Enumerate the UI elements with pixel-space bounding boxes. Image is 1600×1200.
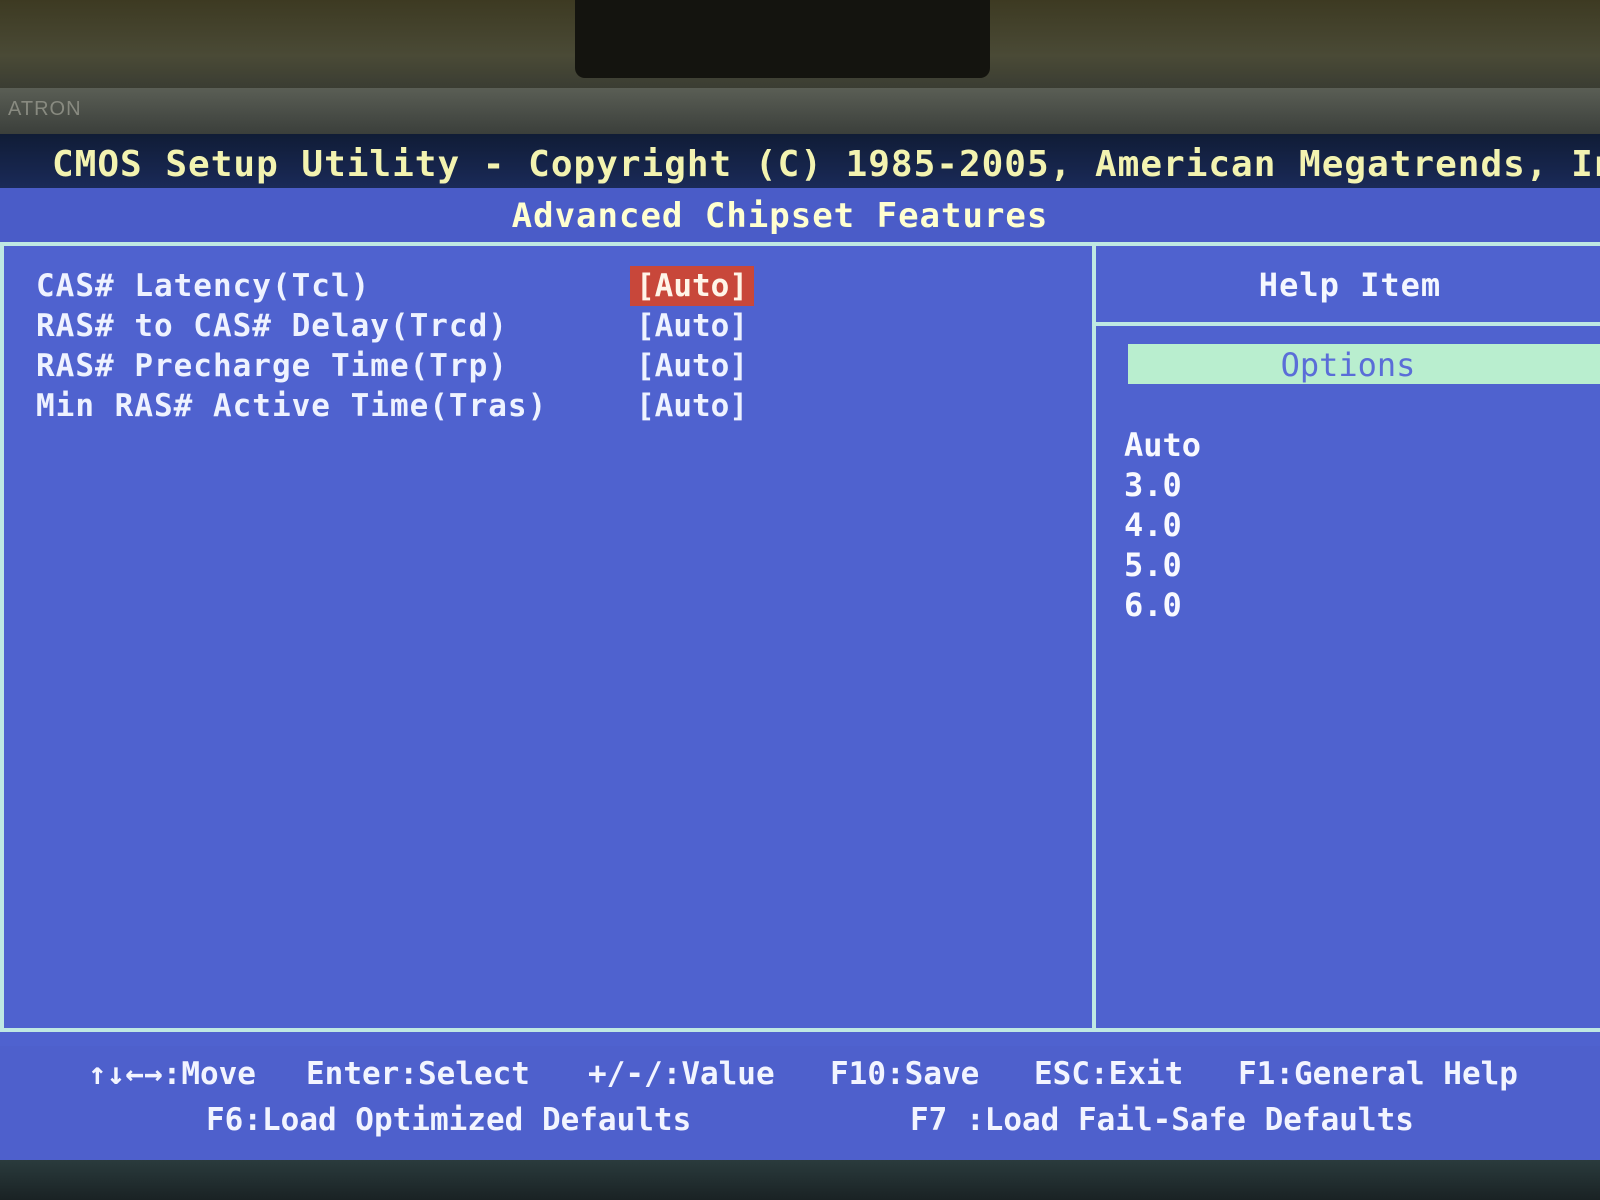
key-hint-help: F1:General Help (1238, 1056, 1518, 1092)
key-hint-save: F10:Save (830, 1056, 980, 1092)
key-legend-row-1: ↑↓←→:Move Enter:Select +/-/:Value F10:Sa… (0, 1056, 1600, 1096)
setting-value[interactable]: [Auto] (630, 346, 754, 386)
monitor-brand-label: ATRON (8, 98, 82, 120)
options-header-bar: Options (1128, 344, 1600, 384)
key-legend-row-2: F6:Load Optimized Defaults F7 :Load Fail… (0, 1102, 1600, 1142)
page-title: Advanced Chipset Features (511, 196, 1049, 236)
key-hint-exit: ESC:Exit (1034, 1056, 1184, 1092)
options-list: Auto 3.0 4.0 5.0 6.0 (1124, 426, 1201, 626)
settings-list: CAS# Latency(Tcl) [Auto] RAS# to CAS# De… (36, 266, 1076, 428)
title-bar: CMOS Setup Utility - Copyright (C) 1985-… (0, 134, 1600, 188)
frame-top-divider (0, 242, 1600, 246)
setting-row-min-ras-active[interactable]: Min RAS# Active Time(Tras) [Auto] (36, 388, 1076, 428)
background-object (575, 0, 990, 78)
key-hint-value: +/-/:Value (588, 1056, 775, 1092)
bios-screen: CMOS Setup Utility - Copyright (C) 1985-… (0, 134, 1600, 1160)
help-header-divider (1092, 322, 1600, 326)
option-item[interactable]: 4.0 (1124, 506, 1201, 546)
setting-value-selected[interactable]: [Auto] (630, 266, 754, 306)
monitor-bezel (0, 88, 1600, 134)
option-item[interactable]: 6.0 (1124, 586, 1201, 626)
key-hint-failsafe-defaults: F7 :Load Fail-Safe Defaults (910, 1102, 1414, 1138)
setting-label: Min RAS# Active Time(Tras) (36, 388, 548, 424)
options-header: Options (1280, 346, 1416, 384)
setting-label: RAS# to CAS# Delay(Trcd) (36, 308, 508, 344)
setting-row-ras-precharge[interactable]: RAS# Precharge Time(Trp) [Auto] (36, 348, 1076, 388)
monitor-bottom-bezel (0, 1160, 1600, 1200)
key-hint-move: ↑↓←→:Move (88, 1056, 256, 1092)
option-item[interactable]: 5.0 (1124, 546, 1201, 586)
setting-row-cas-latency[interactable]: CAS# Latency(Tcl) [Auto] (36, 266, 1076, 308)
setting-value[interactable]: [Auto] (630, 386, 754, 426)
help-panel-title: Help Item (1258, 266, 1442, 304)
key-hint-select: Enter:Select (306, 1056, 530, 1092)
frame-bottom-divider (0, 1028, 1600, 1032)
photo-backdrop: ATRON (0, 0, 1600, 140)
frame-column-divider (1092, 242, 1096, 1032)
setting-row-ras-to-cas-delay[interactable]: RAS# to CAS# Delay(Trcd) [Auto] (36, 308, 1076, 348)
key-hint-optimized-defaults: F6:Load Optimized Defaults (206, 1102, 692, 1138)
page-header: Advanced Chipset Features (0, 188, 1600, 246)
frame-left-border (0, 242, 4, 1032)
option-item[interactable]: 3.0 (1124, 466, 1201, 506)
setting-label: RAS# Precharge Time(Trp) (36, 348, 508, 384)
option-item[interactable]: Auto (1124, 426, 1201, 466)
utility-title: CMOS Setup Utility - Copyright (C) 1985-… (52, 144, 1600, 185)
setting-label: CAS# Latency(Tcl) (36, 268, 371, 304)
setting-value[interactable]: [Auto] (630, 306, 754, 346)
key-legend: ↑↓←→:Move Enter:Select +/-/:Value F10:Sa… (0, 1046, 1600, 1160)
